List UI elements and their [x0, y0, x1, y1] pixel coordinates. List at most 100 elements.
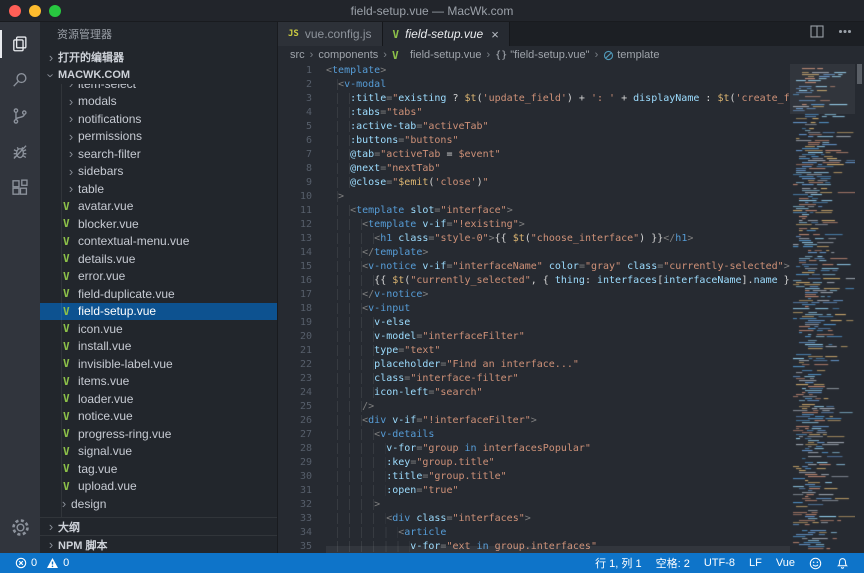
- code-line-28[interactable]: 28 v-for="group in interfacesPopular": [278, 442, 790, 456]
- code-line-9[interactable]: 9 @close="$emit('close')": [278, 176, 790, 190]
- code-line-17[interactable]: 17 </v-notice>: [278, 288, 790, 302]
- code-line-29[interactable]: 29 :key="group.title": [278, 456, 790, 470]
- horizontal-scrollbar[interactable]: [326, 546, 790, 553]
- vue-file-icon: V: [63, 357, 78, 370]
- breadcrumb-item-field-setup.vue[interactable]: Vfield-setup.vue: [392, 49, 482, 62]
- split-editor-icon[interactable]: [810, 25, 824, 43]
- tab-field-setup-vue[interactable]: V field-setup.vue ×: [383, 22, 510, 46]
- code-line-15[interactable]: 15 <v-notice v-if="interfaceName" color=…: [278, 260, 790, 274]
- extensions-icon[interactable]: [0, 170, 40, 206]
- tree-file-loader.vue[interactable]: Vloader.vue: [40, 390, 277, 408]
- minimap-slider[interactable]: [790, 64, 855, 114]
- code-line-16[interactable]: 16 {{ $t("currently_selected", { thing: …: [278, 274, 790, 288]
- tree-file-signal.vue[interactable]: Vsignal.vue: [40, 443, 277, 461]
- bell-icon[interactable]: [829, 553, 856, 573]
- close-tab-icon[interactable]: ×: [491, 27, 499, 42]
- code-line-3[interactable]: 3 :title="existing ? $t('update_field') …: [278, 92, 790, 106]
- more-actions-icon[interactable]: [838, 25, 852, 43]
- code-line-4[interactable]: 4 :tabs="tabs": [278, 106, 790, 120]
- tree-file-items.vue[interactable]: Vitems.vue: [40, 373, 277, 391]
- code-line-32[interactable]: 32 >: [278, 498, 790, 512]
- vertical-scrollbar[interactable]: [855, 64, 864, 553]
- minimap[interactable]: [790, 64, 855, 553]
- tree-file-icon.vue[interactable]: Vicon.vue: [40, 320, 277, 338]
- tree-file-install.vue[interactable]: Vinstall.vue: [40, 338, 277, 356]
- explorer-icon[interactable]: [0, 26, 40, 62]
- tree-file-contextual-menu.vue[interactable]: Vcontextual-menu.vue: [40, 233, 277, 251]
- code-line-21[interactable]: 21 type="text": [278, 344, 790, 358]
- breadcrumb-item-template[interactable]: template: [603, 49, 659, 61]
- code-line-31[interactable]: 31 :open="true": [278, 484, 790, 498]
- tree-file-tag.vue[interactable]: Vtag.vue: [40, 460, 277, 478]
- code-line-14[interactable]: 14 </template>: [278, 246, 790, 260]
- open-editors-label: 打开的编辑器: [58, 49, 124, 65]
- code-line-18[interactable]: 18 <v-input: [278, 302, 790, 316]
- code-line-10[interactable]: 10 >: [278, 190, 790, 204]
- code-line-33[interactable]: 33 <div class="interfaces">: [278, 512, 790, 526]
- code-line-11[interactable]: 11 <template slot="interface">: [278, 204, 790, 218]
- code-text: <div v-if="!interfaceFilter">: [326, 414, 790, 428]
- breadcrumb-item-components[interactable]: components: [318, 49, 378, 61]
- code-line-30[interactable]: 30 :title="group.title": [278, 470, 790, 484]
- breadcrumb-item-field-setup.vue[interactable]: {}"field-setup.vue": [495, 49, 589, 61]
- tree-file-error.vue[interactable]: Verror.vue: [40, 268, 277, 286]
- npm-scripts-section[interactable]: › NPM 脚本: [40, 535, 277, 553]
- vue-file-icon: V: [393, 28, 400, 41]
- tree-item-label: icon.vue: [78, 322, 123, 336]
- code-line-25[interactable]: 25 />: [278, 400, 790, 414]
- code-line-19[interactable]: 19 v-else: [278, 316, 790, 330]
- tree-folder-permissions[interactable]: ›permissions: [40, 128, 277, 146]
- code-line-1[interactable]: 1<template>: [278, 64, 790, 78]
- tree-folder-item-select[interactable]: ›item-select: [40, 84, 277, 93]
- indentation[interactable]: 空格: 2: [649, 553, 697, 573]
- code-content[interactable]: 1<template>2 <v-modal3 :title="existing …: [278, 64, 790, 553]
- code-line-22[interactable]: 22 placeholder="Find an interface...": [278, 358, 790, 372]
- tree-file-field-duplicate.vue[interactable]: Vfield-duplicate.vue: [40, 285, 277, 303]
- code-line-5[interactable]: 5 :active-tab="activeTab": [278, 120, 790, 134]
- code-line-6[interactable]: 6 :buttons="buttons": [278, 134, 790, 148]
- gear-icon[interactable]: [0, 509, 40, 545]
- code-line-2[interactable]: 2 <v-modal: [278, 78, 790, 92]
- language-mode[interactable]: Vue: [769, 553, 802, 573]
- code-line-27[interactable]: 27 <v-details: [278, 428, 790, 442]
- tree-file-blocker.vue[interactable]: Vblocker.vue: [40, 215, 277, 233]
- code-line-24[interactable]: 24 icon-left="search": [278, 386, 790, 400]
- code-line-26[interactable]: 26 <div v-if="!interfaceFilter">: [278, 414, 790, 428]
- problems-indicator[interactable]: 0 0: [8, 553, 76, 573]
- tree-file-notice.vue[interactable]: Vnotice.vue: [40, 408, 277, 426]
- eol[interactable]: LF: [742, 553, 769, 573]
- tree-folder-table[interactable]: ›table: [40, 180, 277, 198]
- search-icon[interactable]: [0, 62, 40, 98]
- tree-folder-events[interactable]: ›events: [40, 513, 277, 518]
- tree-folder-design[interactable]: ›design: [40, 495, 277, 513]
- tree-folder-sidebars[interactable]: ›sidebars: [40, 163, 277, 181]
- source-control-icon[interactable]: [0, 98, 40, 134]
- code-editor[interactable]: 1<template>2 <v-modal3 :title="existing …: [278, 64, 864, 553]
- debug-icon[interactable]: [0, 134, 40, 170]
- tree-file-details.vue[interactable]: Vdetails.vue: [40, 250, 277, 268]
- tree-folder-search-filter[interactable]: ›search-filter: [40, 145, 277, 163]
- line-number: 5: [278, 120, 312, 134]
- code-line-20[interactable]: 20 v-model="interfaceFilter": [278, 330, 790, 344]
- code-line-12[interactable]: 12 <template v-if="!existing">: [278, 218, 790, 232]
- code-line-23[interactable]: 23 class="interface-filter": [278, 372, 790, 386]
- outline-section[interactable]: › 大纲: [40, 517, 277, 535]
- tab-vue-config-js[interactable]: JS vue.config.js: [278, 22, 383, 46]
- code-line-7[interactable]: 7 @tab="activeTab = $event": [278, 148, 790, 162]
- workspace-root-section[interactable]: › MACWK.COM: [40, 66, 277, 84]
- tree-folder-notifications[interactable]: ›notifications: [40, 110, 277, 128]
- breadcrumb-item-src[interactable]: src: [290, 49, 305, 61]
- tree-file-invisible-label.vue[interactable]: Vinvisible-label.vue: [40, 355, 277, 373]
- tree-file-upload.vue[interactable]: Vupload.vue: [40, 478, 277, 496]
- feedback-smiley-icon[interactable]: [802, 553, 829, 573]
- code-line-13[interactable]: 13 <h1 class="style-0">{{ $t("choose_int…: [278, 232, 790, 246]
- tree-folder-modals[interactable]: ›modals: [40, 93, 277, 111]
- cursor-position[interactable]: 行 1, 列 1: [588, 553, 648, 573]
- tree-file-field-setup.vue[interactable]: Vfield-setup.vue: [40, 303, 277, 321]
- open-editors-section[interactable]: › 打开的编辑器: [40, 48, 277, 66]
- code-line-34[interactable]: 34 <article: [278, 526, 790, 540]
- code-line-8[interactable]: 8 @next="nextTab": [278, 162, 790, 176]
- tree-file-progress-ring.vue[interactable]: Vprogress-ring.vue: [40, 425, 277, 443]
- tree-file-avatar.vue[interactable]: Vavatar.vue: [40, 198, 277, 216]
- encoding[interactable]: UTF-8: [697, 553, 742, 573]
